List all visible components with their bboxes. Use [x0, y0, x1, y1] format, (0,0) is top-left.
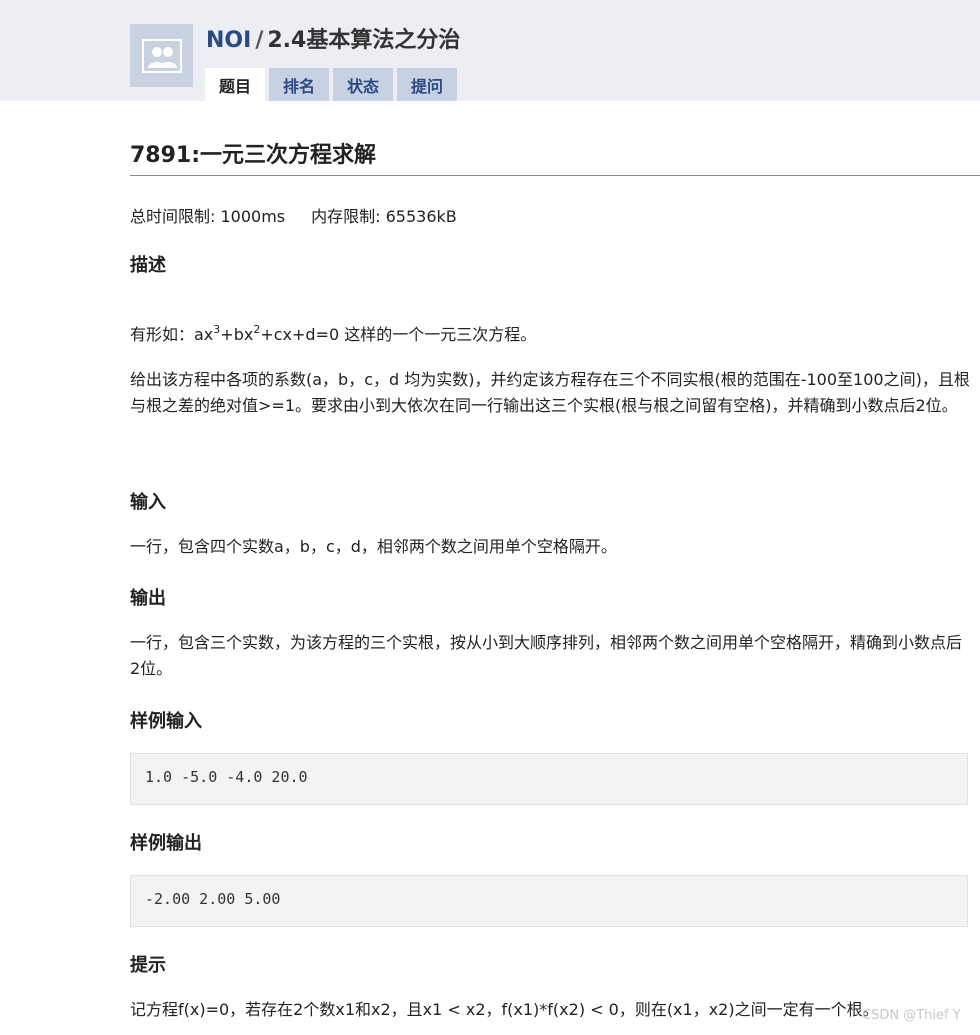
memory-limit: 内存限制: 65536kB	[311, 207, 457, 226]
sample-output-code[interactable]: -2.00 2.00 5.00	[130, 875, 968, 927]
people-avatar-icon	[141, 38, 182, 73]
hint-heading: 提示	[130, 955, 166, 976]
time-limit: 总时间限制: 1000ms	[130, 207, 286, 226]
sample-input-heading: 样例输入	[130, 711, 202, 732]
description-paragraph: 给出该方程中各项的系数(a，b，c，d 均为实数)，并约定该方程存在三个不同实根…	[130, 370, 970, 415]
input-heading: 输入	[130, 492, 166, 513]
limits-line: 总时间限制: 1000ms 内存限制: 65536kB	[130, 203, 457, 227]
title-divider	[130, 175, 980, 176]
section-name[interactable]: 2.4基本算法之分治	[267, 28, 460, 53]
equation-mid: +bx	[220, 325, 254, 344]
csdn-watermark: CSDN @Thief Y	[862, 1008, 961, 1023]
hint-text: 记方程f(x)=0，若存在2个数x1和x2，且x1 < x2，f(x1)*f(x…	[130, 1000, 879, 1019]
site-name-link[interactable]: NOI	[206, 28, 251, 53]
tab-bar: 题目 排名 状态 提问	[205, 68, 458, 101]
output-text: 一行，包含三个实数，为该方程的三个实根，按从小到大顺序排列，相邻两个数之间用单个…	[130, 633, 963, 678]
sample-input-code[interactable]: 1.0 -5.0 -4.0 20.0	[130, 753, 968, 805]
equation-suffix: +cx+d=0 这样的一个一元三次方程。	[260, 325, 537, 344]
tab-problem[interactable]: 题目	[205, 68, 266, 101]
tab-questions[interactable]: 提问	[397, 68, 458, 101]
tab-status[interactable]: 状态	[333, 68, 394, 101]
sample-output-heading: 样例输出	[130, 833, 202, 854]
site-logo[interactable]	[130, 24, 193, 87]
description-heading: 描述	[130, 255, 166, 276]
description-equation: 有形如：ax3+bx2+cx+d=0 这样的一个一元三次方程。	[130, 322, 970, 348]
output-heading: 输出	[130, 588, 166, 609]
input-text: 一行，包含四个实数a，b，c，d，相邻两个数之间用单个空格隔开。	[130, 537, 617, 556]
breadcrumb-separator: /	[255, 28, 264, 53]
header-bar: NOI/2.4基本算法之分治 题目 排名 状态 提问	[0, 0, 980, 101]
site-title: NOI/2.4基本算法之分治	[206, 22, 460, 54]
equation-prefix: 有形如：ax	[130, 325, 214, 344]
tab-ranking[interactable]: 排名	[269, 68, 330, 101]
problem-title: 7891:一元三次方程求解	[130, 143, 377, 168]
